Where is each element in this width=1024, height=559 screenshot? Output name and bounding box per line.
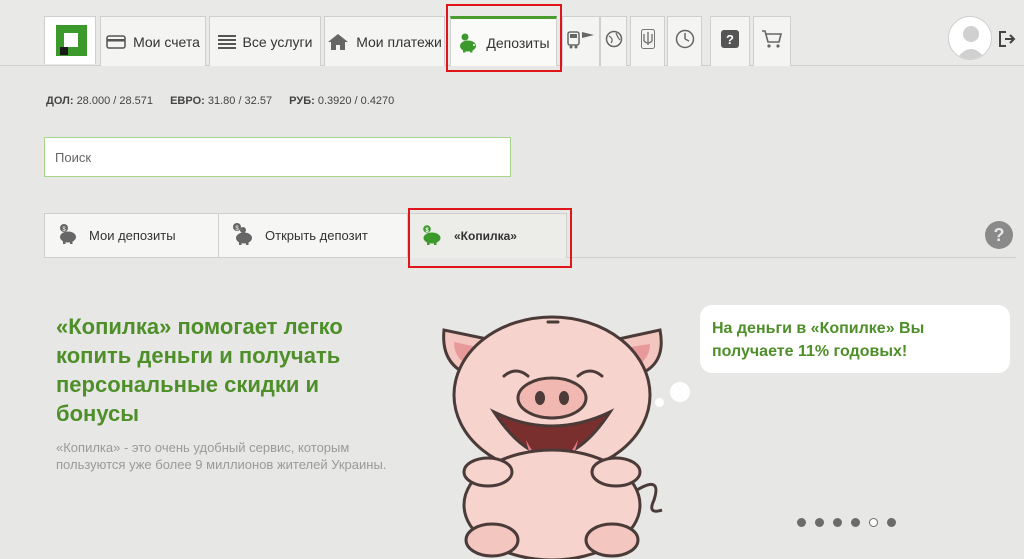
rate-label: ДОЛ: [46, 95, 74, 107]
rate-label: ЕВРО: [170, 95, 205, 107]
card-icon [106, 34, 126, 49]
transport-tab[interactable] [562, 16, 600, 66]
tab-label: Все услуги [242, 33, 313, 50]
tab-label: Депозиты [486, 34, 550, 51]
rate-eur: ЕВРО: 31.80 / 32.57 [170, 95, 272, 107]
timer-icon [675, 29, 695, 54]
carousel-dot[interactable] [815, 518, 824, 527]
rate-label: РУБ: [289, 95, 315, 107]
thought-dot [670, 382, 690, 402]
top-navigation: Мои счета Все услуги Мои платежи Депозит… [0, 0, 1024, 72]
trident-icon [640, 29, 655, 54]
subtab-label: Открыть депозит [265, 228, 368, 243]
search-input[interactable] [44, 137, 511, 177]
timer-tab[interactable] [667, 16, 702, 66]
help-circle-icon[interactable]: ? [984, 220, 1014, 250]
list-icon [217, 34, 236, 50]
carousel-dot[interactable] [851, 518, 860, 527]
logo-dot [60, 47, 68, 55]
hero-description: «Копилка» - это очень удобный сервис, ко… [56, 440, 387, 472]
help-tab[interactable]: ? [710, 16, 750, 66]
svg-text:?: ? [726, 32, 734, 47]
subtab-open-deposit[interactable]: $ Открыть депозит [218, 213, 408, 258]
carousel-dot[interactable] [887, 518, 896, 527]
rate-value: 0.3920 / 0.4270 [317, 95, 395, 107]
cart-tab[interactable] [753, 16, 791, 66]
help-icon: ? [720, 29, 740, 54]
subtab-my-deposits[interactable]: $ Мои депозиты [44, 213, 219, 258]
house-icon [327, 33, 349, 51]
piggy-bank-icon [457, 33, 479, 53]
subtab-kopilka[interactable]: $ «Копилка» [407, 213, 567, 258]
carousel-dot[interactable] [797, 518, 806, 527]
exchange-rates: ДОЛ: 28.000 / 28.571 ЕВРО: 31.80 / 32.57… [46, 95, 408, 107]
piggy-coins-icon: $ [231, 222, 255, 249]
rate-value: 28.000 / 28.571 [76, 95, 154, 107]
subtab-label: Мои депозиты [89, 228, 176, 243]
transport-icon [566, 26, 596, 57]
svg-text:?: ? [994, 225, 1005, 245]
tab-label: Мои счета [133, 33, 200, 50]
logout-icon[interactable] [996, 28, 1018, 50]
speech-bubble: На деньги в «Копилке» Вы получаете 11% г… [700, 305, 1010, 373]
carousel-dot[interactable] [869, 518, 878, 527]
piggy-coin-icon: $ [57, 223, 79, 248]
tab-deposits[interactable]: Депозиты [450, 16, 557, 66]
privatbank-logo[interactable] [44, 16, 96, 64]
rate-usd: ДОЛ: 28.000 / 28.571 [46, 95, 153, 107]
carousel-dot[interactable] [833, 518, 842, 527]
globe-icon [605, 30, 623, 53]
green-piggy-icon: $ [420, 224, 444, 249]
tab-all-services[interactable]: Все услуги [209, 16, 321, 66]
globe-tab[interactable] [600, 16, 627, 66]
cart-icon [761, 29, 783, 54]
tab-label: Мои платежи [356, 33, 442, 50]
subtab-label: «Копилка» [454, 229, 517, 243]
rate-value: 31.80 / 32.57 [207, 95, 273, 107]
tab-my-payments[interactable]: Мои платежи [324, 16, 445, 66]
hero-title: «Копилка» помогает легко копить деньги и… [56, 314, 343, 426]
pig-mascot-illustration [432, 300, 672, 559]
tab-my-accounts[interactable]: Мои счета [100, 16, 206, 66]
user-avatar[interactable] [948, 16, 992, 60]
trident-tab[interactable] [630, 16, 665, 66]
deposit-subtabs: $ Мои депозиты $ Открыть депозит $ «Копи… [44, 213, 1016, 258]
carousel-dots [797, 518, 896, 527]
rate-rub: РУБ: 0.3920 / 0.4270 [289, 95, 394, 107]
